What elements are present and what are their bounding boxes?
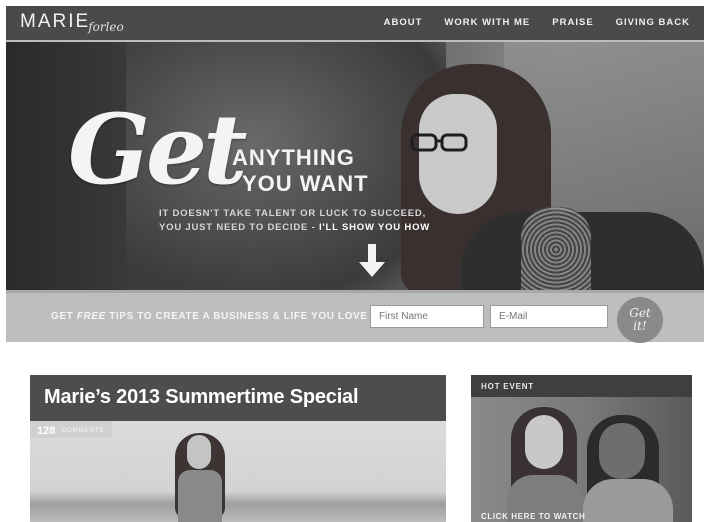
hero-person-face [419,94,497,214]
main-nav: ABOUT WORK WITH ME PRAISE GIVING BACK [384,17,690,28]
nav-about[interactable]: ABOUT [384,17,423,28]
hero-subtext-line1: IT DOESN'T TAKE TALENT OR LUCK TO SUCCEE… [159,208,427,219]
post-image-person-body [178,470,222,522]
nav-work-with-me[interactable]: WORK WITH ME [444,17,530,28]
hero-person-glasses [410,133,468,152]
email-input[interactable] [490,305,608,328]
post-image-person-face [187,435,211,469]
site-logo[interactable]: MARIEforleo [20,11,124,34]
logo-main-text: MARIE [20,11,91,32]
nav-praise[interactable]: PRAISE [552,17,593,28]
optin-text-emphasis: FREE [76,311,106,322]
comments-label: COMMENTS [61,427,105,434]
get-it-button[interactable]: Get it! [617,297,663,343]
logo-script-text: forleo [88,20,124,34]
blog-post-card[interactable]: Marie’s 2013 Summertime Special 128 COMM… [30,375,446,522]
post-header: Marie’s 2013 Summertime Special [30,375,446,421]
event-person1-face [525,415,563,469]
event-watch-link[interactable]: CLICK HERE TO WATCH [481,512,585,521]
arrow-down-icon[interactable] [358,244,386,278]
post-title[interactable]: Marie’s 2013 Summertime Special [44,386,359,409]
hero-subtext-prefix: YOU JUST NEED TO DECIDE - [159,222,319,233]
hot-event-widget[interactable]: HOT EVENT CLICK HERE TO WATCH [471,375,692,522]
hero-person-sequin-jacket [521,207,591,290]
nav-giving-back[interactable]: GIVING BACK [616,17,690,28]
optin-text-prefix: GET [51,311,77,322]
comments-count: 128 [37,424,56,437]
hero-subtext-line2: YOU JUST NEED TO DECIDE - I'LL SHOW YOU … [159,222,430,233]
hero-headline-line2: YOU WANT [242,171,369,196]
event-person2-body [583,479,673,522]
hero-banner: Get ANYTHING YOU WANT IT DOESN'T TAKE TA… [6,42,704,290]
event-person2-face [599,423,645,479]
comments-badge[interactable]: 128 COMMENTS [30,421,113,438]
optin-text: GET FREE TIPS TO CREATE A BUSINESS & LIF… [51,311,368,322]
hero-script-get: Get [68,93,247,206]
optin-bar: GET FREE TIPS TO CREATE A BUSINESS & LIF… [6,290,704,343]
hero-headline-line1: ANYTHING [232,145,355,170]
site-header: MARIEforleo ABOUT WORK WITH ME PRAISE GI… [6,6,704,40]
hero-subtext-strong: I'LL SHOW YOU HOW [318,222,431,233]
optin-top-border [6,290,704,293]
event-header: HOT EVENT [471,375,692,397]
get-it-line2: it! [633,319,647,333]
optin-text-suffix: TIPS TO CREATE A BUSINESS & LIFE YOU LOV… [105,311,368,322]
event-label: HOT EVENT [481,382,534,391]
first-name-input[interactable] [370,305,484,328]
